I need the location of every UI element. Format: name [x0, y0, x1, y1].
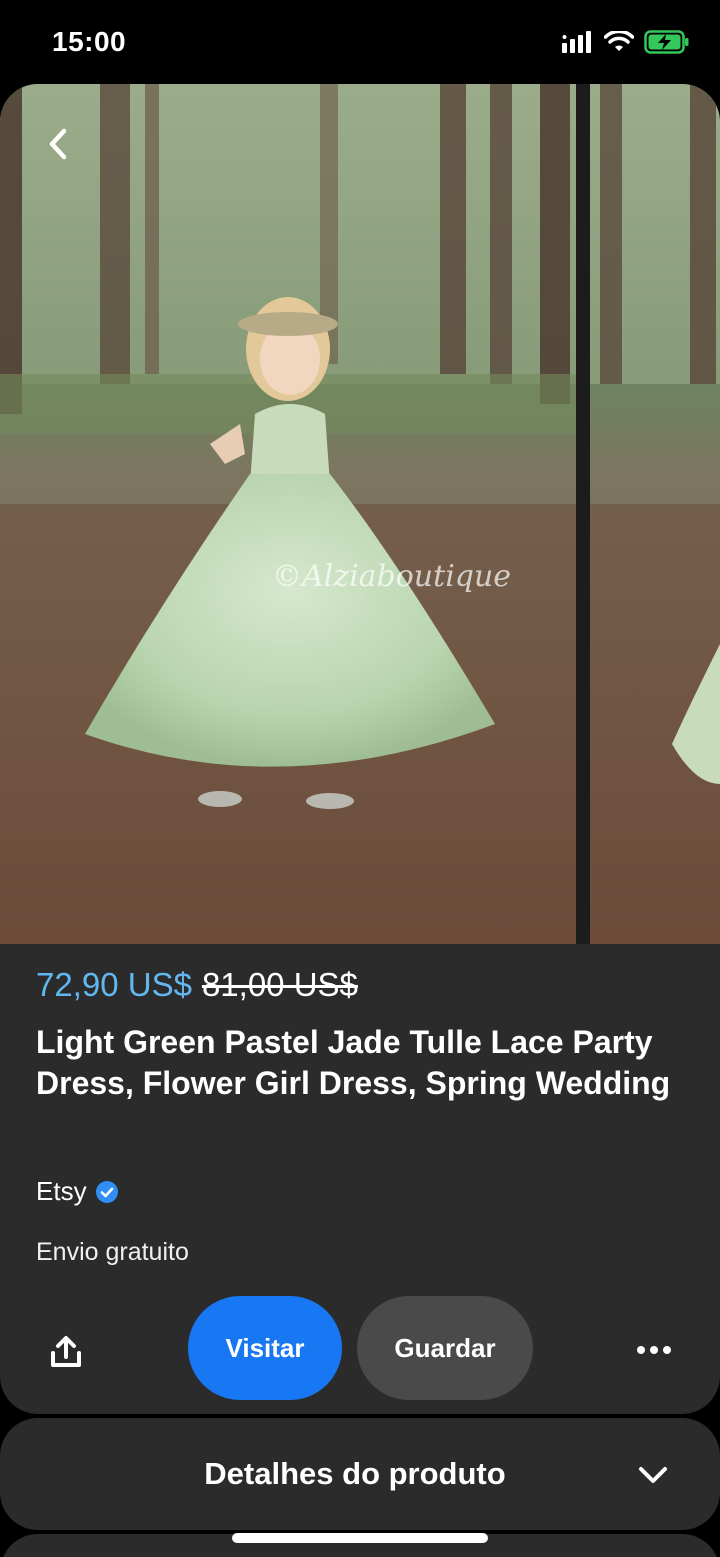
product-details-label: Detalhes do produto: [204, 1456, 506, 1491]
status-time: 15:00: [52, 26, 127, 57]
back-button[interactable]: [36, 122, 80, 166]
status-icons: [562, 30, 690, 54]
product-title: Light Green Pastel Jade Tulle Lace Party…: [36, 1024, 671, 1101]
share-button[interactable]: [42, 1328, 90, 1376]
more-dot: [663, 1346, 671, 1354]
seller-row[interactable]: Etsy: [36, 1176, 119, 1207]
product-details-accordion[interactable]: Detalhes do produto: [0, 1418, 720, 1530]
status-bar: 15:00: [0, 0, 720, 84]
next-product-photo[interactable]: [590, 84, 720, 944]
signal-icon: [562, 31, 591, 53]
more-options-button[interactable]: [626, 1330, 682, 1370]
visit-button[interactable]: Visitar: [188, 1296, 342, 1400]
photo-watermark: ©Alziaboutique: [272, 559, 511, 594]
share-icon: [51, 1336, 81, 1367]
chevron-left-icon: [49, 128, 67, 160]
price-row: 72,90 US$ 81,00 US$: [36, 966, 358, 1004]
carousel-divider: [576, 84, 590, 944]
save-button[interactable]: Guardar: [357, 1296, 533, 1400]
price-current: 72,90 US$: [36, 966, 192, 1003]
price-original: 81,00 US$: [201, 966, 358, 1003]
more-dot: [650, 1346, 658, 1354]
product-info-panel: 72,90 US$ 81,00 US$ Light Green Pastel J…: [0, 944, 720, 1414]
battery-charging-icon: [644, 30, 689, 54]
shipping-info: Envio gratuito: [36, 1238, 189, 1266]
product-image-carousel[interactable]: ©Alziaboutique: [0, 84, 720, 944]
seller-name[interactable]: Etsy: [36, 1176, 87, 1207]
more-dot: [637, 1346, 645, 1354]
product-photo[interactable]: ©Alziaboutique: [0, 84, 576, 944]
chevron-down-icon[interactable]: [636, 1458, 670, 1492]
home-indicator[interactable]: [232, 1533, 488, 1543]
verified-badge-icon: [95, 1180, 118, 1203]
wifi-icon: [604, 31, 634, 51]
